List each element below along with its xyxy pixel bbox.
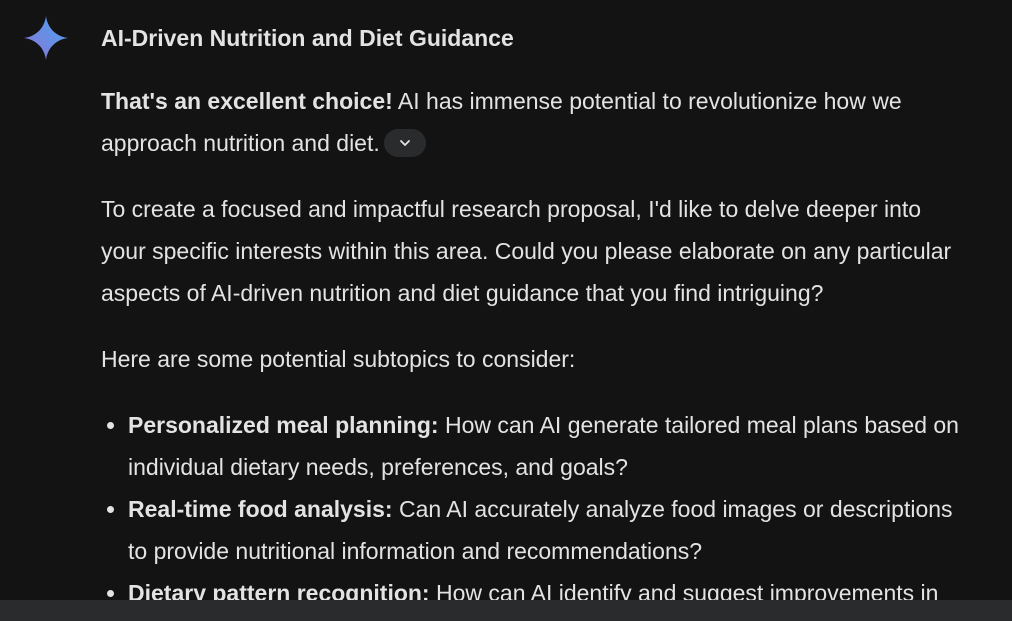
chevron-down-icon bbox=[399, 140, 410, 146]
intro-text: AI has immense potential to revolutioniz… bbox=[392, 88, 902, 114]
list-item: Dietary pattern recognition: How can AI … bbox=[101, 572, 1012, 600]
bullet-icon bbox=[107, 506, 114, 513]
list-item-line: to provide nutritional information and r… bbox=[128, 538, 703, 564]
bottom-bar bbox=[0, 600, 1012, 621]
list-item: Real-time food analysis: Can AI accurate… bbox=[101, 488, 1012, 572]
model-response: AI-Driven Nutrition and Diet Guidance Th… bbox=[0, 0, 1012, 600]
gemini-spark-icon bbox=[24, 16, 68, 60]
list-item-line: Real-time food analysis: Can AI accurate… bbox=[128, 488, 1012, 530]
list-item-title: Dietary pattern recognition: bbox=[128, 580, 430, 600]
response-title: AI-Driven Nutrition and Diet Guidance bbox=[101, 25, 514, 51]
list-item-text: Can AI accurately analyze food images or… bbox=[392, 496, 953, 522]
list-item-title: Personalized meal planning: bbox=[128, 412, 439, 438]
list-item-line: Personalized meal planning: How can AI g… bbox=[128, 404, 1012, 446]
subtopics-list: Personalized meal planning: How can AI g… bbox=[101, 404, 1012, 600]
list-item-line: individual dietary needs, preferences, a… bbox=[128, 454, 628, 480]
list-item-title: Real-time food analysis: bbox=[128, 496, 393, 522]
response-body: That's an excellent choice! AI has immen… bbox=[101, 80, 1012, 600]
paragraph-line: aspects of AI-driven nutrition and diet … bbox=[101, 280, 824, 306]
subtopics-intro: Here are some potential subtopics to con… bbox=[101, 346, 576, 372]
intro-bold: That's an excellent choice! bbox=[101, 88, 393, 114]
paragraph-line: your specific interests within this area… bbox=[101, 238, 952, 264]
intro-text-2: approach nutrition and diet. bbox=[101, 130, 380, 156]
intro-line-1: That's an excellent choice! AI has immen… bbox=[101, 80, 1012, 122]
list-item-text: How can AI generate tailored meal plans … bbox=[438, 412, 959, 438]
list-item: Personalized meal planning: How can AI g… bbox=[101, 404, 1012, 488]
intro-line-2: approach nutrition and diet. bbox=[101, 122, 1012, 164]
list-item-line: Dietary pattern recognition: How can AI … bbox=[128, 572, 1012, 600]
bullet-icon bbox=[107, 590, 114, 597]
paragraph-line: To create a focused and impactful resear… bbox=[101, 196, 922, 222]
expand-button[interactable] bbox=[383, 128, 426, 157]
bullet-icon bbox=[107, 422, 114, 429]
list-item-text: How can AI identify and suggest improvem… bbox=[429, 580, 939, 600]
